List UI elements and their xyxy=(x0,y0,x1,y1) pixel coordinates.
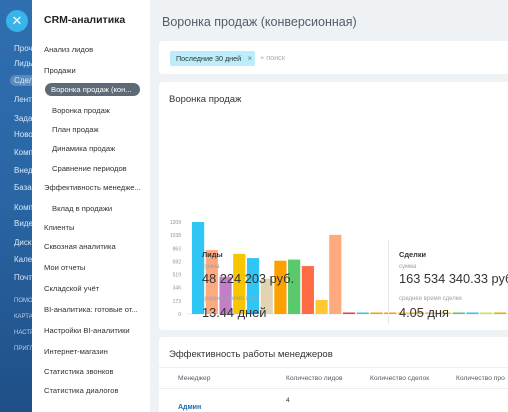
column-header-deals[interactable]: Количество сделок xyxy=(370,375,429,382)
column-header-manager[interactable]: Менеджер xyxy=(178,375,210,382)
column-header-leads[interactable]: Количество лидов xyxy=(286,375,343,382)
main-menu-item[interactable]: Календарь xyxy=(14,255,32,264)
managers-card-title: Эффективность работы менеджеров xyxy=(169,349,333,360)
menu-item[interactable]: Сравнение периодов xyxy=(52,164,148,173)
close-menu-icon[interactable]: ✕ xyxy=(6,10,28,32)
funnel-bar[interactable] xyxy=(356,312,369,315)
funnel-bar[interactable] xyxy=(370,312,383,314)
period-filter-label: Последние 30 дней xyxy=(176,54,242,63)
deals-sum-value: 163 534 340.33 руб. xyxy=(399,271,508,286)
menu-item[interactable]: Клиенты xyxy=(44,223,148,232)
y-tick-label: 1038 xyxy=(170,233,181,239)
main-menu-item[interactable]: Видео xyxy=(14,219,32,228)
funnel-bar[interactable] xyxy=(480,312,493,314)
divider xyxy=(159,367,508,368)
leads-sum-label: сумма xyxy=(202,264,220,270)
funnel-bar[interactable] xyxy=(301,266,314,314)
filter-bar[interactable]: Последние 30 дней × + поиск xyxy=(159,41,508,74)
menu-item[interactable]: Вклад в продажи xyxy=(52,204,148,213)
funnel-card-title: Воронка продаж xyxy=(169,94,242,105)
main-menu-item[interactable]: Задачи xyxy=(14,114,32,123)
main-menu-item[interactable]: Почта xyxy=(14,273,32,282)
funnel-bar[interactable] xyxy=(452,312,465,314)
deals-time-label: среднее время сделки xyxy=(399,296,462,302)
menu-item[interactable]: Мои отчеты xyxy=(44,263,148,272)
leads-time-label: среднее время лида xyxy=(202,296,260,302)
remove-filter-icon[interactable]: × xyxy=(247,51,252,66)
menu-item[interactable]: Статистика звонков xyxy=(44,367,148,376)
main-menu-footer-item[interactable]: ПОМОЩЬ xyxy=(14,298,32,304)
menu-item[interactable]: Динамика продаж xyxy=(52,144,148,153)
menu-item[interactable]: Воронка продаж (кон... xyxy=(45,83,140,96)
main-menu-item[interactable]: Лиды xyxy=(14,59,32,68)
menu-item[interactable]: Анализ лидов xyxy=(44,45,148,54)
menu-item[interactable]: Статистика диалогов xyxy=(44,386,148,395)
menu-title: CRM-аналитика xyxy=(44,14,126,26)
kpi-divider xyxy=(388,240,389,324)
leads-sum-value: 48 224 203 руб. xyxy=(202,271,295,286)
y-tick-label: 863 xyxy=(173,246,182,252)
menu-item[interactable]: Складской учёт xyxy=(44,284,148,293)
main-menu-footer-item[interactable]: ПРИГЛАСИТЬ xyxy=(14,346,32,352)
funnel-chart: 1209 1038 863 692 519 346 173 0 xyxy=(170,220,508,318)
funnel-bar[interactable] xyxy=(493,312,507,314)
page-title: Воронка продаж (конверсионная) xyxy=(162,15,357,29)
column-header-other[interactable]: Количество про xyxy=(456,375,505,382)
deals-sum-label: сумма xyxy=(399,264,417,270)
funnel-card: 1209 1038 863 692 519 346 173 0 Воронка продаж … xyxy=(159,82,508,330)
y-tick-label: 0 xyxy=(178,312,181,318)
search-input[interactable]: + поиск xyxy=(260,53,285,62)
main-menu-item[interactable]: Лента xyxy=(14,95,32,104)
menu-item[interactable]: Интернет-магазин xyxy=(44,347,148,356)
funnel-bar[interactable] xyxy=(315,299,328,314)
main-menu-item[interactable]: Компания xyxy=(14,148,32,157)
main-menu-item[interactable]: Внедрение xyxy=(14,166,32,175)
menu-item[interactable]: Продажи xyxy=(44,66,148,75)
y-tick-label: 1209 xyxy=(170,220,181,226)
leads-time-value: 13.44 дней xyxy=(202,305,267,320)
leads-heading: Лиды xyxy=(202,250,223,259)
main-menu-item[interactable]: Сделки xyxy=(10,75,32,86)
menu-item[interactable]: План продаж xyxy=(52,125,148,134)
main-menu-rail: ✕ Проч Лиды Сделки Лента Задачи Новости Компан… xyxy=(0,0,32,412)
menu-item[interactable]: Сквозная аналитика xyxy=(44,242,148,251)
deals-heading: Сделки xyxy=(399,250,427,259)
main-menu-item[interactable]: База знаний xyxy=(14,183,32,192)
menu-item[interactable]: Эффективность менедже... xyxy=(44,183,148,192)
main-menu-item[interactable]: Диск xyxy=(14,238,31,247)
divider xyxy=(159,388,508,389)
funnel-bar[interactable] xyxy=(466,312,479,314)
main-menu-item[interactable]: Компания xyxy=(14,203,32,212)
crm-analytics-menu: CRM-аналитика Анализ лидов Продажи Воронка… xyxy=(32,0,150,412)
y-tick-label: 173 xyxy=(173,299,182,305)
main-menu-footer-item[interactable]: НАСТРОИТЬ xyxy=(14,330,32,336)
manager-link[interactable]: Админ xyxy=(178,404,201,411)
manager-leads-count: 4 xyxy=(286,397,290,404)
funnel-bar[interactable] xyxy=(384,312,397,314)
funnel-bar[interactable] xyxy=(274,260,287,314)
y-tick-label: 519 xyxy=(173,273,182,279)
y-tick-label: 346 xyxy=(173,286,182,292)
main-menu-item[interactable]: Проч xyxy=(14,44,32,53)
menu-item[interactable]: BI-аналитика: готовые от... xyxy=(44,305,148,314)
deals-time-value: 4.05 дня xyxy=(399,305,449,320)
funnel-bar[interactable] xyxy=(342,312,356,315)
menu-item[interactable]: Настройки BI-аналитики xyxy=(44,326,148,335)
main-menu-footer-item[interactable]: КАРТА САЙТА xyxy=(14,314,32,320)
y-tick-label: 692 xyxy=(173,259,182,265)
funnel-bar[interactable] xyxy=(288,259,301,314)
period-filter-chip[interactable]: Последние 30 дней × xyxy=(170,51,256,66)
main-menu-item[interactable]: Новости xyxy=(14,130,32,139)
menu-item[interactable]: Воронка продаж xyxy=(52,106,148,115)
funnel-bar[interactable] xyxy=(329,234,342,314)
managers-card: Эффективность работы менеджеров Менеджер… xyxy=(159,337,508,412)
